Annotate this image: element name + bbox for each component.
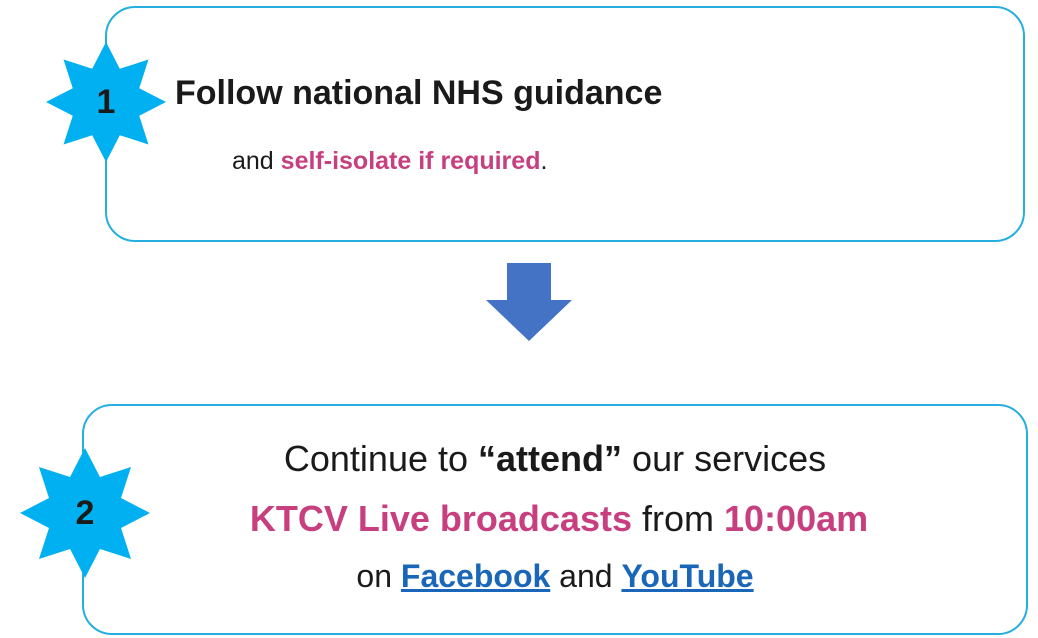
on-text: on: [356, 558, 393, 594]
step-2-line-1: Continue to “attend” our services: [0, 438, 1038, 480]
step-2-line-3: on Facebook and YouTube: [0, 558, 1038, 595]
live-broadcasts-text: KTCV Live broadcasts: [249, 498, 632, 539]
and-text: and: [232, 147, 274, 175]
attend-text: “attend”: [478, 438, 623, 479]
arrow-down-icon: [486, 263, 572, 341]
services-text: our services: [632, 438, 827, 479]
self-isolate-text: self-isolate if required: [280, 147, 541, 175]
from-text: from: [642, 498, 714, 539]
youtube-link[interactable]: YouTube: [621, 558, 753, 594]
time-text: 10:00am: [724, 498, 869, 539]
and-text: and: [559, 558, 613, 594]
period-text: .: [540, 147, 548, 175]
facebook-link[interactable]: Facebook: [401, 558, 550, 594]
step-1-heading: Follow national NHS guidance: [175, 74, 663, 112]
step-1-box: [105, 6, 1025, 242]
step-1-badge: 1: [46, 42, 166, 162]
step-1-subtext: and self-isolate if required.: [232, 147, 547, 176]
step-2-line-2: KTCV Live broadcasts from 10:00am: [0, 498, 1038, 540]
continue-text: Continue to: [283, 438, 469, 479]
step-1-number: 1: [96, 82, 116, 121]
